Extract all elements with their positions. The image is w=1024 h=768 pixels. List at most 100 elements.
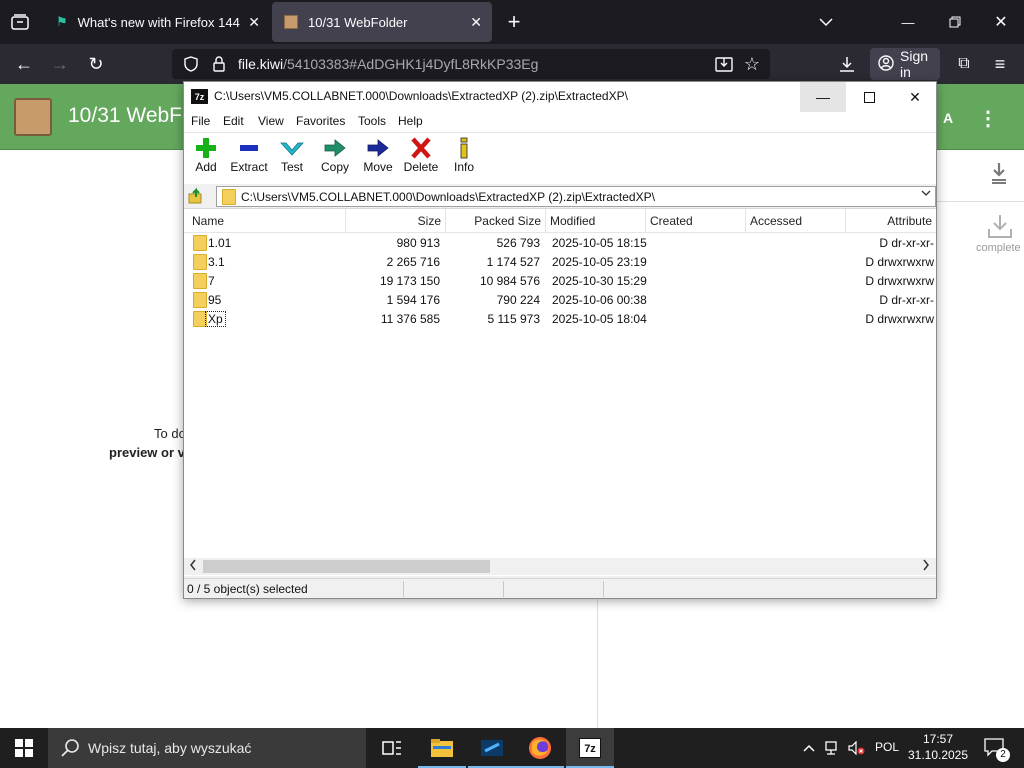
extensions-icon[interactable]: ⧉: [954, 54, 974, 74]
tab-title: What's new with Firefox 144: [77, 14, 240, 30]
url-text[interactable]: file.kiwi/54103383#AdDGHK1j4DyfL8RkKP33E…: [238, 56, 538, 72]
save-to-device-icon[interactable]: [714, 54, 734, 74]
sign-in-button[interactable]: Sign in: [870, 48, 940, 80]
url-path: /54103383#AdDGHK1j4DyfL8RkKP33Eg: [283, 56, 539, 72]
translate-icon[interactable]: A: [936, 106, 960, 130]
file-modified: 2025-10-06 00:38: [552, 293, 647, 307]
move-label: Move: [363, 160, 393, 174]
file-size: 2 265 716: [386, 255, 440, 269]
search-placeholder: Wpisz tutaj, aby wyszukać: [88, 740, 252, 756]
file-size: 1 594 176: [386, 293, 440, 307]
scroll-left-icon[interactable]: [189, 559, 197, 574]
file-packed-size: 790 224: [496, 293, 540, 307]
restore-icon[interactable]: [945, 12, 965, 32]
minimize-icon[interactable]: —: [898, 12, 918, 32]
column-header-name[interactable]: Name: [188, 209, 346, 233]
close-tab-icon[interactable]: ✕: [248, 14, 260, 31]
file-packed-size: 526 793: [496, 236, 540, 250]
table-row[interactable]: Xp 11 376 585 5 115 973 2025-10-05 18:04…: [184, 310, 936, 329]
7zip-titlebar[interactable]: 7z C:\Users\VM5.COLLABNET.000\Downloads\…: [184, 82, 936, 112]
taskbar-app-file-explorer[interactable]: [418, 728, 466, 768]
url-bar[interactable]: file.kiwi/54103383#AdDGHK1j4DyfL8RkKP33E…: [172, 49, 770, 79]
column-header-accessed[interactable]: Accessed: [746, 209, 846, 233]
scroll-right-icon[interactable]: [922, 559, 930, 574]
7zip-window: 7z C:\Users\VM5.COLLABNET.000\Downloads\…: [183, 81, 937, 599]
horizontal-scrollbar[interactable]: [184, 558, 936, 575]
reload-icon[interactable]: ↻: [86, 54, 106, 74]
downloads-icon[interactable]: [836, 54, 858, 74]
info-button[interactable]: Info: [442, 137, 486, 181]
maximize-button[interactable]: [846, 82, 892, 112]
close-icon[interactable]: ✕: [991, 12, 1011, 32]
column-header-size[interactable]: Size: [346, 209, 446, 233]
close-button[interactable]: ✕: [892, 82, 938, 112]
move-arrow-icon: [367, 139, 389, 157]
menu-bar: File Edit View Favorites Tools Help: [184, 112, 936, 132]
path-combobox[interactable]: C:\Users\VM5.COLLABNET.000\Downloads\Ext…: [216, 186, 936, 207]
folder-icon: [193, 254, 207, 270]
info-icon: [460, 137, 468, 159]
status-divider: [403, 581, 404, 597]
windows-logo-icon: [15, 739, 33, 757]
volume-muted-icon[interactable]: [848, 738, 866, 758]
delete-button[interactable]: Delete: [399, 137, 443, 181]
7zip-taskbar-icon: 7z: [579, 738, 601, 758]
column-header-modified[interactable]: Modified: [546, 209, 646, 233]
file-modified: 2025-10-05 23:19: [552, 255, 647, 269]
menu-tools[interactable]: Tools: [358, 114, 386, 128]
menu-edit[interactable]: Edit: [223, 114, 244, 128]
test-button[interactable]: Test: [270, 137, 314, 181]
menu-file[interactable]: File: [191, 114, 210, 128]
forward-arrow-icon[interactable]: →: [50, 54, 70, 74]
bookmark-star-icon[interactable]: ☆: [742, 54, 762, 74]
folder-icon: [193, 273, 207, 289]
download-icon[interactable]: [988, 160, 1010, 186]
table-row[interactable]: 7 19 173 150 10 984 576 2025-10-30 15:29…: [184, 272, 936, 291]
menu-favorites[interactable]: Favorites: [296, 114, 345, 128]
network-icon[interactable]: [824, 738, 842, 758]
column-header-created[interactable]: Created: [646, 209, 746, 233]
taskbar-app-7zip[interactable]: 7z: [566, 728, 614, 768]
tab-webfolder[interactable]: 10/31 WebFolder ✕: [272, 2, 492, 42]
up-folder-icon[interactable]: [188, 188, 204, 204]
move-button[interactable]: Move: [356, 137, 400, 181]
taskbar-app-terminal[interactable]: [468, 728, 516, 768]
taskbar-app-firefox[interactable]: [516, 728, 564, 768]
chevron-down-icon[interactable]: [921, 189, 931, 200]
hamburger-menu-icon[interactable]: ≡: [990, 54, 1010, 74]
shield-icon[interactable]: [182, 55, 200, 73]
tab-title: 10/31 WebFolder: [308, 14, 408, 30]
column-header-attributes[interactable]: Attribute: [846, 209, 936, 233]
back-arrow-icon[interactable]: ←: [14, 54, 34, 74]
close-tab-icon[interactable]: ✕: [470, 14, 482, 31]
column-header-packed-size[interactable]: Packed Size: [446, 209, 546, 233]
instruction-text: To do: [154, 426, 186, 441]
instruction-text-bold: preview or v: [109, 445, 185, 460]
menu-view[interactable]: View: [258, 114, 284, 128]
new-tab-icon[interactable]: +: [504, 9, 524, 34]
extract-button[interactable]: Extract: [227, 137, 271, 181]
taskbar-search-box[interactable]: Wpisz tutaj, aby wyszukać: [48, 728, 366, 768]
test-checkmark-icon: [280, 142, 304, 156]
menu-help[interactable]: Help: [398, 114, 423, 128]
sign-in-label: Sign in: [900, 48, 929, 80]
scrollbar-thumb[interactable]: [203, 560, 490, 573]
more-options-icon[interactable]: ⋮: [978, 106, 998, 130]
taskbar: Wpisz tutaj, aby wyszukać 7z POL 17:57 3…: [0, 728, 1024, 768]
clock[interactable]: 17:57 31.10.2025: [906, 731, 970, 763]
start-button[interactable]: [0, 728, 48, 768]
minimize-button[interactable]: —: [800, 82, 846, 112]
table-row[interactable]: 95 1 594 176 790 224 2025-10-06 00:38 D …: [184, 291, 936, 310]
add-button[interactable]: Add: [184, 137, 228, 181]
chevron-down-icon[interactable]: [816, 12, 836, 32]
table-row[interactable]: 3.1 2 265 716 1 174 527 2025-10-05 23:19…: [184, 253, 936, 272]
task-view-button[interactable]: [368, 728, 416, 768]
input-language[interactable]: POL: [875, 740, 899, 754]
chevron-up-icon[interactable]: [800, 738, 818, 758]
lock-icon[interactable]: [210, 55, 228, 73]
table-row[interactable]: 1.01 980 913 526 793 2025-10-05 18:15 D …: [184, 234, 936, 253]
tab-list-icon[interactable]: [10, 12, 30, 32]
close-icon: ✕: [909, 88, 921, 105]
tab-firefox-whats-new[interactable]: ⚑ What's new with Firefox 144 ✕: [44, 2, 270, 42]
copy-button[interactable]: Copy: [313, 137, 357, 181]
